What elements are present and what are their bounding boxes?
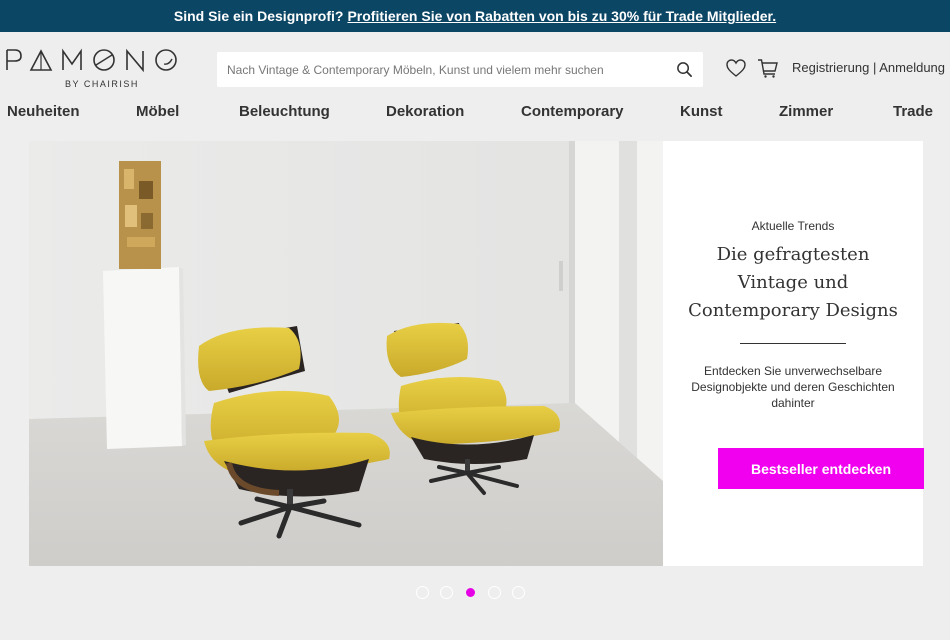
nav-item-beleuchtung[interactable]: Beleuchtung [239,103,330,120]
hero-headline: Die gefragtesten Vintage und Contemporar… [688,244,898,321]
hero-description: Entdecken Sie unverwechselbare Designobj… [691,364,895,410]
search-icon[interactable] [676,61,693,78]
nav-item-contemporary[interactable]: Contemporary [521,103,624,120]
login-link[interactable]: Anmeldung [879,60,945,75]
hero-text-panel: Aktuelle Trends Die gefragtesten Vintage… [663,141,924,566]
cart-icon[interactable] [757,57,779,79]
carousel-dot[interactable] [416,586,429,599]
carousel-dot[interactable] [466,588,475,597]
nav-item-kunst[interactable]: Kunst [680,103,723,120]
carousel-dot[interactable] [440,586,453,599]
carousel-dot[interactable] [512,586,525,599]
nav-item-trade[interactable]: Trade [893,103,933,120]
search-input[interactable] [217,52,667,87]
promo-text: Sind Sie ein Designprofi? [173,8,344,24]
logo-wordmark [6,48,177,73]
register-link[interactable]: Registrierung [792,60,869,75]
main-nav: Neuheiten Möbel Beleuchtung Dekoration C… [0,100,950,126]
hero-kicker: Aktuelle Trends [751,219,835,233]
bestseller-cta-button[interactable]: Bestseller entdecken [718,448,924,489]
hero-image[interactable] [29,141,663,566]
hero-divider [740,343,846,344]
nav-item-zimmer[interactable]: Zimmer [779,103,833,120]
carousel-dots [416,586,525,600]
search-bar [217,52,703,87]
heart-icon[interactable] [725,57,747,79]
auth-separator: | [872,60,877,75]
nav-item-neuheiten[interactable]: Neuheiten [7,103,80,120]
carousel-dot[interactable] [488,586,501,599]
promo-banner: Sind Sie ein Designprofi? Profitieren Si… [0,0,950,32]
pamono-logo[interactable]: BY CHAIRISH [5,46,195,92]
hero-slide: Aktuelle Trends Die gefragtesten Vintage… [29,141,924,566]
nav-item-moebel[interactable]: Möbel [136,103,179,120]
auth-links: Registrierung | Anmeldung [792,60,945,75]
logo-subtitle: BY CHAIRISH [65,79,139,89]
nav-item-dekoration[interactable]: Dekoration [386,103,464,120]
site-header: BY CHAIRISH Registrierung | Anmeldung [0,32,950,100]
promo-trade-link[interactable]: Profitieren Sie von Rabatten von bis zu … [347,8,776,24]
